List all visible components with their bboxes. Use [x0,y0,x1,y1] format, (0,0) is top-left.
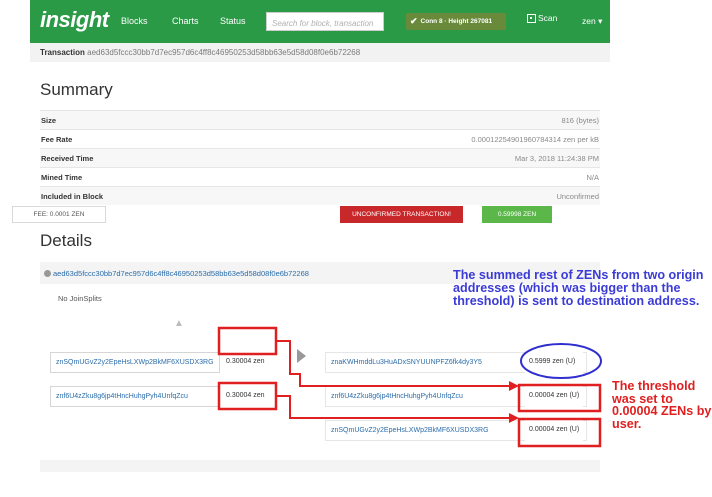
summary-row: Included in Block Unconfirmed [40,186,600,205]
summary-key: Fee Rate [41,134,73,144]
summary-value: Unconfirmed [556,191,599,201]
output-address-link[interactable]: znf6U4zZku8g6jp4tHncHuhgPyh4UnfqZcu [331,393,463,400]
chevron-up-icon[interactable]: ▲ [174,318,184,329]
summary-key: Mined Time [41,172,83,182]
search-input[interactable] [267,15,383,32]
total-button[interactable]: 0.59998 ZEN [482,206,552,223]
output-amount: 0.00004 zen (U) [525,386,583,407]
connection-label: Conn 8 · Height 267081 [420,18,493,25]
transaction-label: Transaction [40,48,85,57]
summary-row: Size 816 (bytes) [40,110,600,129]
summary-value: N/A [586,172,599,182]
input-address[interactable]: znf6U4zZku8g6jp4tHncHuhgPyh4UnfqZcu [50,386,220,407]
summary-row: Fee Rate 0.00012254901960784314 zen per k… [40,129,600,148]
nav-blocks[interactable]: Blocks [121,16,148,26]
summary-row: Mined Time N/A [40,167,600,186]
summary-key: Size [41,115,57,125]
nav-charts[interactable]: Charts [172,16,199,26]
nav-status[interactable]: Status [220,16,246,26]
input-address[interactable]: znSQmUGvZ2y2EpeHsLXWp2BkMF6XUSDX3RG [50,352,220,373]
summary-title: Summary [40,80,113,99]
tx-io-panel: No JoinSplits ▲ znSQmUGvZ2y2EpeHsLXWp2Bk… [40,284,600,460]
scan-button[interactable]: Scan [527,13,557,23]
connection-status[interactable]: ✔ Conn 8 · Height 267081 [406,13,506,30]
output-amount: 0.00004 zen (U) [525,420,583,441]
annotation-red: The threshold was set to 0.00004 ZENs by… [612,379,712,431]
details-tx-hash[interactable]: aed63d5fccc30bb7d7ec957d6c4ff8c46950253d… [53,269,309,278]
qr-code-icon [527,13,536,23]
output-address-link[interactable]: znSQmUGvZ2y2EpeHsLXWp2BkMF6XUSDX3RG [331,427,489,434]
navbar: insight Blocks Charts Status ✔ Conn 8 · … [30,0,610,43]
summary-key: Received Time [41,153,94,163]
output-address-link[interactable]: znaKWHmddLu3HuADxSNYUUNPFZ6fk4dy3Y5 [331,359,482,366]
summary-row: Received Time Mar 3, 2018 11:24:38 PM [40,148,600,167]
unconfirmed-button[interactable]: UNCONFIRMED TRANSACTION! [340,206,463,223]
details-tx-link[interactable]: aed63d5fccc30bb7d7ec957d6c4ff8c46950253d… [44,269,309,278]
brand-logo[interactable]: insight [40,7,109,33]
circle-icon [44,270,51,277]
summary-value: Mar 3, 2018 11:24:38 PM [514,153,599,163]
transaction-hash: aed63d5fccc30bb7d7ec957d6c4ff8c46950253d… [87,48,361,57]
arrow-right-icon [297,349,306,363]
no-joinsplits-label: No JoinSplits [58,294,102,303]
transaction-bar: Transaction aed63d5fccc30bb7d7ec957d6c4f… [30,43,610,62]
scan-label: Scan [538,13,558,23]
fee-badge: FEE: 0.0001 ZEN [12,206,106,223]
details-title: Details [40,231,92,250]
search-box[interactable] [266,12,384,32]
output-amount: 0.5999 zen (U) [525,352,583,373]
annotation-blue: The summed rest of ZENs from two origin … [453,268,704,308]
currency-dropdown[interactable]: zen ▾ [582,16,602,27]
check-icon: ✔ [410,16,418,26]
summary-key: Included in Block [41,191,104,201]
input-amount: 0.30004 zen [222,352,274,373]
summary-table: Size 816 (bytes) Fee Rate 0.00012254901960… [40,110,600,205]
input-amount: 0.30004 zen [222,386,274,407]
summary-value: 0.00012254901960784314 zen per kB [471,134,599,144]
summary-value: 816 (bytes) [561,115,599,125]
